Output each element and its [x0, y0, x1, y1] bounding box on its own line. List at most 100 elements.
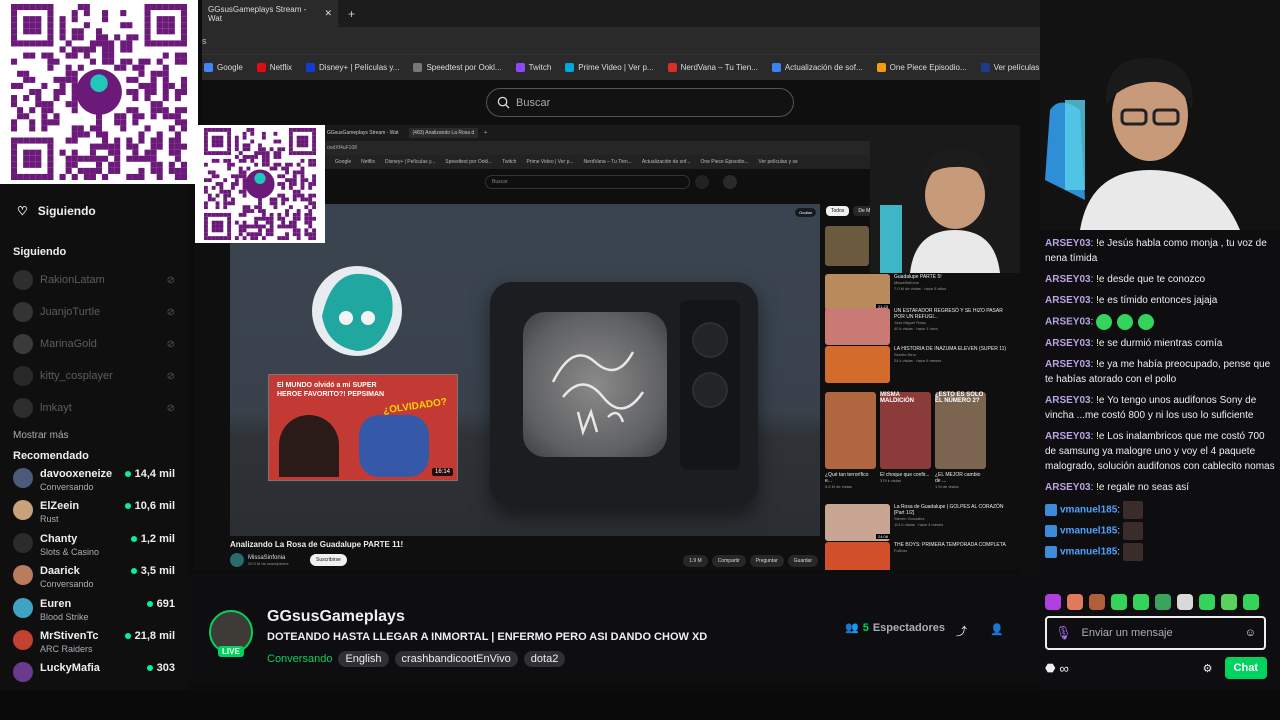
bookmark[interactable]: Speedtest por Ookl...: [413, 63, 502, 72]
emote-icon[interactable]: [1122, 543, 1143, 561]
new-tab-icon[interactable]: +: [348, 7, 355, 21]
recommended-video[interactable]: THE BOYS: PRIMERA TEMPORADA COMPLETA FolD…: [825, 542, 1015, 570]
inner-bookmark[interactable]: Netflix: [361, 159, 375, 165]
chat-username[interactable]: ARSEY03: [1045, 295, 1091, 306]
search-box[interactable]: Buscar: [486, 88, 794, 117]
bookmark[interactable]: Twitch: [515, 63, 551, 72]
bookmark[interactable]: Disney+ | Películas y...: [306, 63, 399, 72]
chat-username[interactable]: ARSEY03: [1045, 482, 1091, 493]
inner-bookmark[interactable]: NerdVana – Tu Tien...: [584, 159, 632, 165]
category-link[interactable]: Conversando: [267, 653, 332, 665]
tag[interactable]: English: [338, 651, 389, 667]
like-button[interactable]: 1.9 M: [683, 555, 708, 567]
emote-icon[interactable]: [1089, 594, 1105, 610]
inner-bookmark[interactable]: One Piece Episodio...: [700, 159, 748, 165]
emote-icon[interactable]: [1138, 314, 1155, 330]
short-thumbnail[interactable]: [825, 392, 876, 469]
video-channel[interactable]: MissaSinfonia 20.5 M de suscriptores: [230, 553, 288, 567]
chat-username[interactable]: ARSEY03: [1045, 431, 1091, 442]
emote-icon[interactable]: [1122, 522, 1143, 540]
points-icon[interactable]: ⬣: [1045, 661, 1055, 675]
chat-input[interactable]: [1081, 627, 1235, 639]
emote-icon[interactable]: [1243, 594, 1259, 610]
video-player[interactable]: Ocultar El MUNDO olvidó a mi SUPER HEROE…: [230, 204, 820, 536]
chat-username[interactable]: vmanuel185: [1060, 505, 1117, 516]
inner-bookmark[interactable]: Twitch: [502, 159, 516, 165]
short-video[interactable]: MISMA MALDICIÓN El choque que confir... 37…: [880, 392, 931, 489]
tag[interactable]: crashbandicootEnVivo: [394, 651, 518, 667]
browser-tab[interactable]: GGsusGameplays Stream - Wat ✕: [202, 0, 338, 27]
bookmark[interactable]: NerdVana – Tu Tien...: [667, 63, 758, 72]
channel-name[interactable]: GGsusGameplays: [267, 608, 405, 626]
bookmark[interactable]: Netflix: [256, 63, 292, 72]
hide-button[interactable]: Ocultar: [795, 208, 816, 217]
inner-bookmark[interactable]: Prime Video | Ver p...: [526, 159, 573, 165]
inner-search[interactable]: Buscar: [485, 175, 690, 189]
recommended-video[interactable]: LA HISTORIA DE INAZUMA ELEVEN (SUPER 11)…: [825, 346, 1015, 383]
video-thumbnail[interactable]: 24:08: [825, 504, 890, 541]
inner-bookmark[interactable]: Google: [335, 159, 351, 165]
inner-bookmark[interactable]: Ver películas y se: [759, 159, 798, 165]
inner-url-bar[interactable]: oodXf4uF108: [325, 141, 870, 155]
emote-icon[interactable]: [1045, 594, 1061, 610]
inner-bookmark[interactable]: Disney+ | Películas y...: [385, 159, 435, 165]
share-button[interactable]: Compartir: [711, 555, 746, 567]
inner-tab-active[interactable]: (483) Analizando La Rosa d: [408, 128, 479, 138]
sidebar-channel[interactable]: lmkayt ⊘: [0, 392, 188, 424]
chat-username[interactable]: ARSEY03: [1045, 238, 1091, 249]
chat-username[interactable]: ARSEY03: [1045, 359, 1091, 370]
chat-username[interactable]: vmanuel185: [1060, 547, 1117, 558]
inner-new-tab-icon[interactable]: +: [484, 130, 487, 136]
gear-icon[interactable]: ⚙: [1203, 662, 1213, 675]
chip-all[interactable]: Todos: [826, 206, 850, 216]
sidebar-channel[interactable]: Chanty Slots & Casino 1,2 mil: [0, 532, 188, 565]
emoji-icon[interactable]: ☺: [1245, 627, 1256, 639]
short-video[interactable]: ¿ESTO ES SOLO EL NÚMERO 2? ¿EL MEJOR camb…: [935, 392, 986, 489]
infinity-icon[interactable]: ∞: [1059, 661, 1068, 676]
emote-icon[interactable]: [1096, 314, 1113, 330]
bookmark[interactable]: Google: [204, 63, 243, 72]
emote-icon[interactable]: [1122, 501, 1143, 519]
recommended-video[interactable]: 24:08 La Rosa de Guadalupe | GOLPES AL CO…: [825, 504, 1015, 541]
bookmark[interactable]: Prime Video | Ver p...: [565, 63, 654, 72]
tag[interactable]: dota2: [523, 651, 566, 667]
sidebar-channel[interactable]: JuanjoTurtle ⊘: [0, 296, 188, 328]
share-icon[interactable]: ⤴: [956, 623, 967, 639]
short-thumbnail[interactable]: ¿ESTO ES SOLO EL NÚMERO 2?: [935, 392, 986, 469]
bookmark[interactable]: One Piece Episodio...: [876, 63, 967, 72]
chat-username[interactable]: vmanuel185: [1060, 526, 1117, 537]
end-card-video[interactable]: El MUNDO olvidó a mi SUPER HEROE FAVORIT…: [268, 374, 458, 481]
user-icon[interactable]: 👤: [990, 623, 1004, 636]
chat-username[interactable]: ARSEY03: [1045, 395, 1091, 406]
sidebar-channel[interactable]: davooxeneize Conversando 14,4 mil: [0, 468, 188, 500]
bookmark[interactable]: Ver películas y se: [980, 63, 1040, 72]
mic-icon[interactable]: [723, 175, 737, 189]
sidebar-channel[interactable]: Euren Blood Strike 691: [0, 597, 188, 630]
channel-name[interactable]: MissaSinfonia: [248, 555, 288, 561]
chat-username[interactable]: ARSEY03: [1045, 338, 1091, 349]
close-icon[interactable]: ✕: [324, 8, 332, 19]
emote-icon[interactable]: [1177, 594, 1193, 610]
sidebar-channel[interactable]: ElZeein Rust 10,6 mil: [0, 500, 188, 532]
recommended-video[interactable]: 21:23 Guadalupe PARTE 5! MissaSinforce 7.0 …: [825, 274, 1015, 311]
video-thumbnail[interactable]: [825, 346, 890, 383]
emote-icon[interactable]: [1117, 314, 1134, 330]
subscribe-button[interactable]: Suscribirse: [310, 554, 347, 566]
sidebar-channel[interactable]: MrStivenTc ARC Raiders 21,8 mil: [0, 629, 188, 662]
inner-tab[interactable]: GGsusGameplays Stream - Wat: [327, 130, 399, 136]
bookmark[interactable]: Actualización de sof...: [771, 63, 863, 72]
inner-bookmark[interactable]: Speedtest por Ookl...: [445, 159, 492, 165]
url-bar[interactable]: s: [202, 27, 1040, 54]
inner-bookmark[interactable]: Actualización de sof...: [642, 159, 691, 165]
sidebar-channel[interactable]: kitty_cosplayer ⊘: [0, 360, 188, 392]
emote-icon[interactable]: [1133, 594, 1149, 610]
video-thumbnail[interactable]: [825, 308, 890, 345]
chat-input-box[interactable]: 🎙 ☺: [1045, 616, 1266, 650]
emote-icon[interactable]: [1155, 594, 1171, 610]
sidebar-channel[interactable]: RakionLatam ⊘: [0, 264, 188, 296]
show-more-link[interactable]: Mostrar más: [0, 424, 188, 450]
channel-avatar[interactable]: [230, 553, 244, 567]
emote-icon[interactable]: [1111, 594, 1127, 610]
short-thumbnail[interactable]: MISMA MALDICIÓN: [880, 392, 931, 469]
mic-icon[interactable]: 🎙: [1055, 625, 1072, 641]
